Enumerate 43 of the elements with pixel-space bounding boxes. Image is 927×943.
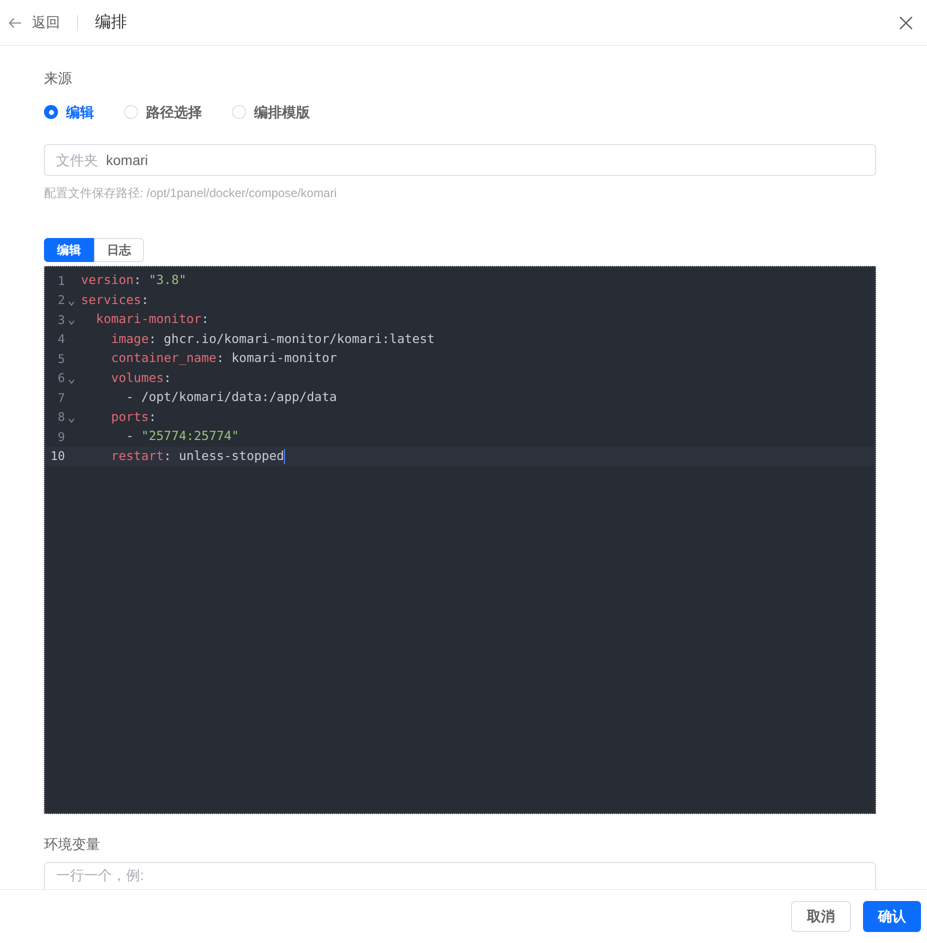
text-cursor xyxy=(284,448,286,464)
code-line: version: "3.8" xyxy=(81,271,186,290)
line-number: 10 xyxy=(50,448,65,466)
cancel-button[interactable]: 取消 xyxy=(791,901,851,932)
radio-label[interactable]: 编排模版 xyxy=(254,102,310,122)
close-icon[interactable] xyxy=(899,16,913,30)
radio-button[interactable] xyxy=(232,105,246,119)
code-line: - "25774:25774" xyxy=(125,427,240,446)
line-number: 3 xyxy=(56,312,65,329)
fold-chevron-icon[interactable] xyxy=(68,378,75,384)
code-line: ports: xyxy=(110,408,156,426)
code-line: container_name: komari-monitor xyxy=(110,349,337,368)
source-label: 来源 xyxy=(44,69,73,88)
dialog-title: 编排 xyxy=(95,12,127,32)
code-line: - /opt/komari/data:/app/data xyxy=(125,388,337,406)
back-link[interactable]: 返回 xyxy=(32,12,60,33)
line-number: 2 xyxy=(56,292,65,310)
line-number: 7 xyxy=(56,390,65,407)
editor-tab[interactable]: 编辑 xyxy=(44,238,94,262)
code-line: volumes: xyxy=(110,368,172,387)
fold-chevron-icon[interactable] xyxy=(68,418,75,423)
line-number: 9 xyxy=(56,428,65,446)
radio-label[interactable]: 编辑 xyxy=(66,102,94,122)
line-number: 8 xyxy=(56,409,65,426)
line-number: 5 xyxy=(56,350,65,368)
fold-chevron-icon[interactable] xyxy=(68,300,75,306)
folder-input-field[interactable]: 文件夹 komari xyxy=(44,144,876,176)
code-line: image: ghcr.io/komari-monitor/komari:latest xyxy=(110,330,435,348)
line-number: 6 xyxy=(56,370,65,388)
code-line: services: xyxy=(81,290,149,309)
code-line: komari-monitor: xyxy=(95,310,209,328)
fold-chevron-icon[interactable] xyxy=(68,320,75,326)
line-number: 1 xyxy=(56,272,65,290)
confirm-button[interactable]: 确认 xyxy=(863,901,921,932)
radio-button[interactable] xyxy=(44,105,58,119)
code-line: restart: unless-stopped xyxy=(110,446,284,465)
path-hint: 配置文件保存路径: /opt/1panel/docker/compose/komari xyxy=(44,185,338,202)
line-number: 4 xyxy=(56,331,65,348)
editor-tab[interactable]: 日志 xyxy=(94,238,144,262)
env-label: 环境变量 xyxy=(44,835,101,854)
radio-label[interactable]: 路径选择 xyxy=(146,102,202,122)
back-arrow-icon[interactable] xyxy=(8,16,22,30)
radio-button[interactable] xyxy=(124,105,138,119)
